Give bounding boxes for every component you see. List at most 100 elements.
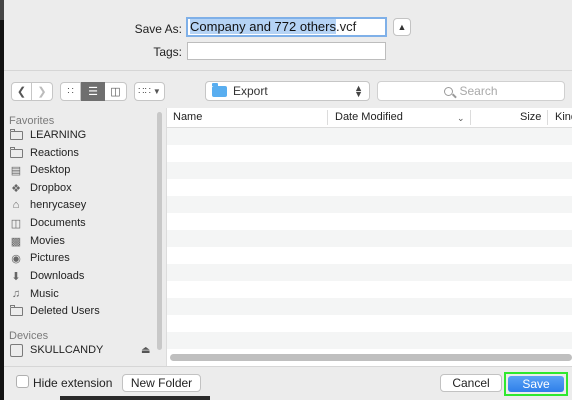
file-list-horizontal-scrollbar[interactable]: [170, 354, 572, 361]
location-popup[interactable]: Export ▲ ▼: [205, 81, 370, 101]
table-row: [167, 298, 572, 315]
documents-icon: ◫: [10, 217, 22, 230]
sidebar-item-documents[interactable]: ◫ Documents: [9, 214, 86, 232]
column-separator: [327, 110, 328, 125]
table-row: [167, 264, 572, 281]
location-label: Export: [233, 84, 268, 98]
tags-label: Tags:: [153, 45, 182, 59]
chevron-up-icon: ▲: [397, 22, 407, 32]
search-icon: [444, 86, 454, 96]
column-view-button[interactable]: ◫: [105, 82, 127, 101]
chevron-left-icon: ❮: [16, 86, 27, 98]
sidebar-item-deleted-users[interactable]: Deleted Users: [9, 302, 100, 320]
filename-input[interactable]: Company and 772 others.vcf: [186, 17, 387, 37]
folder-icon: [9, 304, 23, 317]
column-header-name[interactable]: Name: [173, 111, 202, 123]
expand-dialog-button[interactable]: ▲: [393, 18, 411, 36]
sort-chevron-icon: ⌄: [457, 113, 465, 123]
divider: [4, 366, 572, 367]
list-icon: ☰: [88, 86, 98, 98]
downloads-icon: ⬇: [11, 270, 21, 283]
sidebar: Favorites LEARNING Reactions ▤ Desktop ❖…: [4, 110, 164, 368]
sidebar-item-music[interactable]: ♫ Music: [9, 285, 59, 303]
sidebar-item-label: LEARNING: [30, 129, 87, 141]
sidebar-item-label: Downloads: [30, 270, 85, 282]
sidebar-item-label: Documents: [30, 217, 86, 229]
sidebar-item-label: henrycasey: [30, 199, 87, 211]
arrange-grid-icon: ∷∷: [138, 86, 151, 97]
drive-icon: [9, 343, 23, 357]
eject-icon[interactable]: ⏏: [141, 345, 150, 356]
sidebar-item-label: Movies: [30, 235, 65, 247]
table-row: [167, 162, 572, 179]
sidebar-item-label: Music: [30, 288, 59, 300]
hide-extension-checkbox[interactable]: [16, 375, 29, 388]
file-list-header: Name Date Modified ⌄ Size Kind: [167, 108, 572, 128]
cancel-button[interactable]: Cancel: [440, 374, 502, 392]
column-header-kind[interactable]: Kind: [555, 111, 572, 123]
sidebar-item-reactions[interactable]: Reactions: [9, 144, 79, 162]
music-icon: ♫: [11, 288, 21, 300]
list-view-button[interactable]: ☰: [81, 82, 105, 101]
sidebar-item-skullcandy[interactable]: SKULLCANDY: [9, 341, 103, 359]
new-folder-button[interactable]: New Folder: [122, 374, 201, 392]
sidebar-item-downloads[interactable]: ⬇ Downloads: [9, 267, 84, 285]
column-header-size[interactable]: Size: [520, 111, 541, 123]
table-row: [167, 315, 572, 332]
desktop-icon: ▤: [10, 164, 22, 177]
column-separator: [470, 110, 471, 125]
folder-icon: [212, 82, 227, 97]
sidebar-item-pictures[interactable]: ◉ Pictures: [9, 249, 70, 267]
sidebar-scrollbar[interactable]: [157, 112, 162, 350]
table-row: [167, 179, 572, 196]
folder-icon: [9, 128, 23, 141]
table-row: [167, 247, 572, 264]
hide-extension-label: Hide extension: [33, 376, 113, 390]
view-mode-control: ∷ ☰ ◫: [60, 82, 127, 101]
sidebar-item-label: Reactions: [30, 147, 79, 159]
sidebar-item-learning[interactable]: LEARNING: [9, 126, 86, 144]
table-row: [167, 145, 572, 162]
movies-icon: ▩: [10, 235, 22, 248]
search-placeholder: Search: [459, 84, 498, 98]
columns-icon: ◫: [110, 86, 121, 98]
updown-icon: ▲ ▼: [354, 83, 363, 99]
divider: [4, 70, 572, 71]
chevron-right-icon: ❯: [37, 86, 47, 98]
sidebar-item-label: Dropbox: [30, 182, 72, 194]
search-input[interactable]: Search: [377, 81, 565, 101]
sidebar-item-desktop[interactable]: ▤ Desktop: [9, 161, 71, 179]
table-row: [167, 196, 572, 213]
dropbox-icon: ❖: [11, 182, 21, 195]
sidebar-item-henrycasey[interactable]: ⌂ henrycasey: [9, 196, 87, 214]
back-forward-control: ❮ ❯: [11, 82, 53, 101]
arrange-button[interactable]: ∷∷ ▼: [134, 82, 165, 101]
sidebar-item-label: Desktop: [30, 164, 71, 176]
filename-extension: .vcf: [335, 19, 357, 34]
icon-view-button[interactable]: ∷: [60, 82, 81, 101]
window-edge-bottom: [60, 396, 210, 400]
sidebar-item-label: SKULLCANDY: [30, 344, 104, 356]
chevron-down-icon: ▼: [152, 87, 161, 96]
table-row: [167, 332, 572, 349]
table-row: [167, 128, 572, 145]
table-row: [167, 281, 572, 298]
save-button-highlight: Save: [504, 372, 568, 396]
column-header-date-modified[interactable]: Date Modified: [335, 111, 403, 123]
save-as-label: Save As:: [134, 22, 182, 36]
grid-icon: ∷: [67, 86, 74, 97]
forward-button[interactable]: ❯: [32, 82, 53, 101]
folder-icon: [9, 146, 23, 159]
sidebar-item-dropbox[interactable]: ❖ Dropbox: [9, 179, 72, 197]
home-icon: ⌂: [12, 199, 20, 211]
file-list: Name Date Modified ⌄ Size Kind: [166, 108, 572, 366]
sidebar-item-movies[interactable]: ▩ Movies: [9, 232, 65, 250]
tags-input[interactable]: [187, 42, 386, 60]
table-row: [167, 230, 572, 247]
sidebar-item-label: Pictures: [30, 252, 70, 264]
back-button[interactable]: ❮: [11, 82, 32, 101]
table-row: [167, 213, 572, 230]
save-button[interactable]: Save: [508, 376, 564, 392]
filename-selected-text: Company and 772 others: [190, 19, 336, 34]
pictures-icon: ◉: [11, 252, 21, 265]
